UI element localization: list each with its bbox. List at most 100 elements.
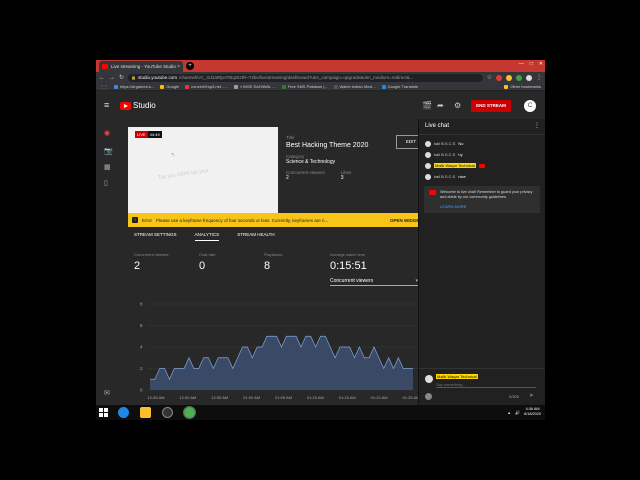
clapperboard-icon[interactable]: 🎬: [422, 101, 432, 110]
screen: Live streaming - YouTube Studio × + — □ …: [96, 60, 545, 420]
y-tick-label: 8: [140, 302, 143, 307]
stat-playbacks: Playbacks 8: [264, 252, 282, 272]
youtube-logo-icon: [429, 190, 436, 195]
bookmark-label: Google Translate: [387, 84, 419, 89]
bookmark-item[interactable]: Free SMS Pakistan |...: [281, 84, 328, 89]
chrome-icon[interactable]: [183, 406, 196, 419]
tray-up-icon[interactable]: ▲: [507, 410, 511, 415]
y-tick-label: 6: [140, 323, 143, 328]
send-button[interactable]: ➤: [529, 392, 534, 399]
new-tab-button[interactable]: +: [186, 62, 194, 70]
stat-chat-rate: Chat rate 0: [199, 252, 215, 272]
chat-header: Live chat ⋮: [419, 119, 545, 135]
chat-author: kali B.S.C.S: [434, 174, 456, 179]
feedback-icon[interactable]: ✉: [104, 389, 110, 397]
stat-value: 8: [264, 260, 271, 272]
calendar-icon[interactable]: ▦: [104, 163, 111, 171]
end-stream-button[interactable]: END STREAM: [471, 100, 511, 112]
bookmark-item[interactable]: Google Translate: [381, 84, 419, 89]
bookmark-item[interactable]: Google: [160, 84, 179, 89]
stream-preview[interactable]: LIVE 44:49 ↖ Tap you 100% tap your ...: [128, 127, 278, 213]
bookmark-favicon-icon: [114, 84, 118, 89]
bookmark-star-icon[interactable]: ☆: [487, 74, 492, 81]
chat-input-area: Malik Waqar Technical 0/200 ➤: [419, 368, 545, 405]
bookmark-label: https://drgames.b...: [120, 84, 155, 89]
character-count: 0/200: [509, 394, 520, 399]
forward-arrow-icon[interactable]: →: [109, 75, 115, 81]
share-icon[interactable]: ➦: [437, 101, 444, 110]
system-tray: ▲ 🔊 4:36 AM 6/18/2020: [507, 407, 541, 417]
browser-tab[interactable]: Live streaming - YouTube Studio ×: [99, 61, 183, 72]
stat-watch-time: Average watch time 0:15:51: [330, 252, 367, 272]
obs-icon[interactable]: [162, 407, 173, 418]
url-path: /channel/UC_Xd1aRtpATBqGtztR~72bs/livest…: [179, 75, 414, 80]
bookmark-item[interactable]: Watch Indian Movi...: [333, 84, 376, 89]
stat-label: Chat rate: [199, 252, 216, 257]
hamburger-menu-icon[interactable]: ≡: [104, 100, 109, 110]
camera-icon[interactable]: 📷: [104, 147, 113, 155]
y-tick-label: 0: [140, 388, 143, 393]
learn-more-link[interactable]: LEARN MORE: [440, 204, 536, 209]
extension-icon[interactable]: [496, 74, 502, 81]
ie-icon[interactable]: [118, 407, 129, 418]
stat-value: 0:15:51: [330, 260, 367, 272]
studio-logo-text: Studio: [133, 101, 156, 110]
studio-logo[interactable]: Studio: [120, 101, 156, 110]
x-tick-label: 12:55 AM: [211, 395, 228, 400]
youtube-favicon-icon: [102, 64, 108, 69]
bookmark-favicon-icon: [381, 84, 386, 89]
error-banner: ! Error Please use a keyframe frequency …: [128, 213, 426, 227]
other-bookmarks[interactable]: Other bookmarks: [504, 84, 541, 89]
bookmark-item[interactable]: convert2mp3.net - ...: [185, 84, 228, 89]
tab-stream-health[interactable]: STREAM HEALTH: [237, 232, 274, 241]
tab-analytics[interactable]: ANALYTICS: [194, 232, 220, 241]
tab-close-icon[interactable]: ×: [177, 64, 180, 70]
minimize-button[interactable]: —: [519, 61, 524, 67]
youtube-badge-icon: [478, 163, 485, 168]
profile-icon[interactable]: [526, 74, 532, 81]
metric-select-value: Concurrent viewers: [330, 278, 374, 284]
extension-icon[interactable]: [516, 74, 522, 81]
y-tick-label: 2: [140, 366, 143, 371]
bookmark-favicon-icon: [185, 84, 190, 89]
file-explorer-icon[interactable]: [140, 407, 151, 418]
window-controls: — □ ✕: [519, 61, 543, 67]
address-bar[interactable]: 🔒 studio.youtube.com /channel/UC_Xd1aRtp…: [128, 73, 483, 82]
reload-icon[interactable]: ↻: [119, 74, 124, 81]
volume-icon[interactable]: 🔊: [515, 410, 520, 415]
bookmark-item[interactable]: « BISE SAHIWAL ...: [233, 84, 276, 89]
bookmarks-bar: ⋮⋮ https://drgames.b... Google convert2m…: [96, 83, 545, 91]
browser-toolbar: ← → ↻ 🔒 studio.youtube.com /channel/UC_X…: [96, 72, 545, 83]
analytics-stats: Concurrent viewers 2 Chat rate 0 Playbac…: [134, 252, 424, 286]
bookmark-item[interactable]: https://drgames.b...: [114, 84, 154, 89]
chat-input[interactable]: [436, 382, 536, 388]
x-tick-label: 01:15 AM: [339, 395, 356, 400]
chat-text: No: [458, 141, 464, 146]
user-avatar: [425, 162, 431, 169]
clock[interactable]: 4:36 AM 6/18/2020: [524, 407, 541, 417]
cursor-icon: ↖: [171, 152, 176, 158]
extension-icon[interactable]: [506, 74, 512, 81]
url-host: studio.youtube.com: [138, 75, 178, 80]
area-series: [150, 336, 413, 390]
apps-icon[interactable]: ⋮⋮: [100, 84, 108, 89]
x-tick-label: 01:20 AM: [371, 395, 388, 400]
bookmark-label: Watch Indian Movi...: [339, 84, 376, 89]
error-label: Error: [142, 217, 152, 223]
bookmark-favicon-icon: [281, 84, 286, 89]
emoji-icon[interactable]: [425, 393, 432, 400]
windows-start-icon[interactable]: [99, 408, 108, 417]
tab-stream-settings[interactable]: STREAM SETTINGS: [134, 232, 177, 241]
menu-dots-icon[interactable]: ⋮: [534, 122, 540, 129]
metric-select[interactable]: Concurrent viewers ▾: [330, 278, 418, 286]
back-arrow-icon[interactable]: ←: [99, 75, 105, 81]
menu-dots-icon[interactable]: ⋮: [536, 74, 542, 81]
chat-author: kali B.S.C.S: [434, 141, 456, 146]
live-stream-icon[interactable]: ◉: [104, 129, 110, 137]
mobile-icon[interactable]: ▯: [104, 179, 108, 187]
maximize-button[interactable]: □: [530, 61, 533, 67]
gear-icon[interactable]: ⚙: [454, 101, 461, 110]
close-window-button[interactable]: ✕: [539, 61, 543, 67]
avatar[interactable]: C: [524, 100, 536, 112]
x-tick-label: 01:05 AM: [275, 395, 292, 400]
